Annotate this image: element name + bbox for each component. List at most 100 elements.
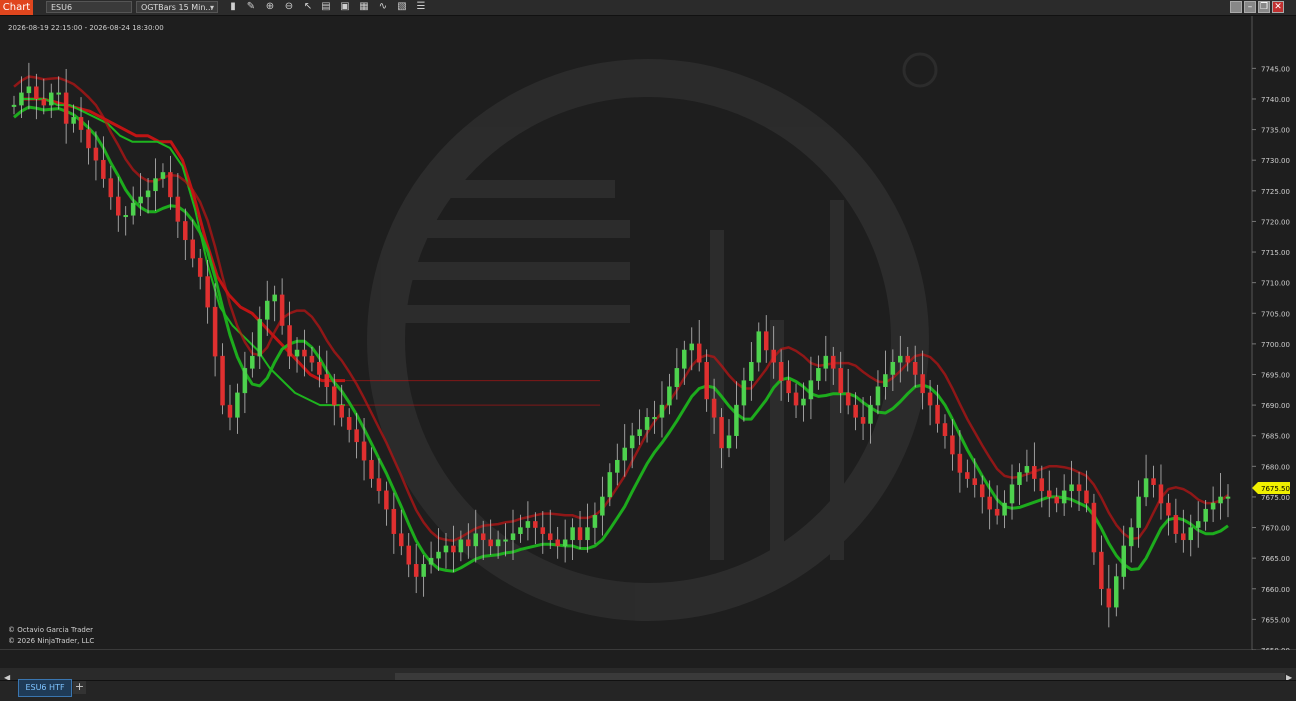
zoom-in-icon[interactable]: ⊕ <box>264 1 276 13</box>
candle-body <box>763 331 769 351</box>
candle-body <box>622 447 627 461</box>
candle-body <box>801 398 806 406</box>
draw-icon[interactable]: ✎ <box>245 1 257 13</box>
instrument-selector[interactable]: ESU6 <box>46 1 132 13</box>
strategy-icon[interactable]: ∿ <box>377 1 389 13</box>
restore-icon[interactable] <box>1230 1 1242 13</box>
candle-body <box>905 355 910 363</box>
candle-body <box>1181 533 1186 541</box>
candle-body <box>138 196 143 204</box>
candle-body <box>495 539 501 547</box>
candle-body <box>183 221 188 241</box>
candle-body <box>197 257 203 277</box>
candle-body <box>1106 588 1112 608</box>
candle-body <box>525 521 531 528</box>
candle-body <box>86 129 91 149</box>
price-chart[interactable]: 2026-08-19 22:15:00 - 2026-08-24 18:30:0… <box>0 16 1296 665</box>
y-tick-label: 7655.00 <box>1261 616 1290 624</box>
candle-body <box>831 355 836 369</box>
y-tick-label: 7740.00 <box>1261 96 1290 104</box>
candle-body <box>786 380 791 394</box>
bar-type-icon[interactable]: ▮ <box>227 1 239 13</box>
candle-body <box>1084 490 1089 504</box>
indicators-icon[interactable]: ▣ <box>339 1 351 13</box>
candle-body <box>1054 496 1059 504</box>
maximize-icon[interactable]: ❐ <box>1258 1 1270 13</box>
horizontal-scrollbar[interactable]: ◀ ▶ <box>0 668 1296 682</box>
y-tick-label: 7730.00 <box>1261 157 1290 165</box>
candle-body <box>384 490 389 510</box>
candle-body <box>413 564 419 577</box>
candle-body <box>34 86 39 100</box>
last-price-label: 7675.50 <box>1261 485 1290 493</box>
candle-body <box>160 172 166 179</box>
candle-body <box>1032 466 1037 479</box>
close-icon[interactable]: ✕ <box>1272 1 1284 13</box>
candle-body <box>175 196 181 222</box>
candle-body <box>987 496 992 510</box>
candle-body <box>250 355 255 369</box>
copyright-ninjatrader: © 2026 NinjaTrader, LLC <box>8 637 94 645</box>
candle-body <box>994 508 1000 516</box>
candle-body <box>101 159 106 179</box>
candle-body <box>272 294 277 302</box>
candle-body <box>317 361 322 375</box>
candle-body <box>547 533 553 541</box>
candle-body <box>19 92 24 106</box>
candle-body <box>719 417 724 449</box>
candle-body <box>935 404 940 424</box>
candle-body <box>868 404 873 424</box>
candle-body <box>11 104 17 107</box>
candle-body <box>965 472 970 479</box>
notes-icon[interactable]: ▧ <box>396 1 408 13</box>
candle-body <box>652 417 657 420</box>
bar-type-selector[interactable]: OGTBars 15 Min... ▾ <box>136 1 218 13</box>
candle-body <box>354 429 359 443</box>
candle-body <box>607 472 613 498</box>
candle-body <box>264 300 270 320</box>
candle-body <box>972 478 978 485</box>
candle-body <box>853 404 858 418</box>
chart-panel[interactable]: 2026-08-19 22:15:00 - 2026-08-24 18:30:0… <box>0 16 1296 665</box>
candle-body <box>406 545 411 565</box>
minimize-icon[interactable]: – <box>1244 1 1256 13</box>
y-tick-label: 7670.00 <box>1261 525 1290 533</box>
candle-body <box>257 319 263 357</box>
screenshot-icon[interactable]: ▦ <box>358 1 370 13</box>
candle-body <box>860 417 866 424</box>
candle-body <box>1218 496 1223 504</box>
candle-body <box>71 117 76 124</box>
pointer-icon[interactable]: ↖ <box>302 1 314 13</box>
candle-body <box>600 496 605 516</box>
zoom-out-icon[interactable]: ⊖ <box>283 1 295 13</box>
candle-body <box>979 484 985 498</box>
candle-body <box>391 508 397 534</box>
candle-body <box>428 557 434 565</box>
candle-body <box>458 539 464 553</box>
candle-body <box>369 459 374 479</box>
candle-body <box>93 147 99 161</box>
add-tab-button[interactable]: + <box>73 681 86 694</box>
candle-body <box>942 423 948 436</box>
properties-icon[interactable]: ▤ <box>320 1 332 13</box>
candle-body <box>212 306 218 357</box>
tab-esu6-htf[interactable]: ESU6 HTF <box>18 679 72 697</box>
y-tick-label: 7665.00 <box>1261 555 1290 563</box>
chart-menu-button[interactable]: Chart <box>0 0 33 15</box>
candle-body <box>1002 502 1007 516</box>
candle-body <box>324 374 330 387</box>
candle-body <box>1009 484 1015 504</box>
candle-body <box>466 539 471 547</box>
tab-bar <box>0 680 1296 701</box>
menu-icon[interactable]: ☰ <box>415 1 427 13</box>
candle-body <box>376 478 382 492</box>
candle-body <box>1128 527 1134 547</box>
y-tick-label: 7720.00 <box>1261 218 1290 226</box>
candle-body <box>689 343 695 351</box>
candle-body <box>287 325 292 357</box>
candle-body <box>950 435 955 455</box>
candle-body <box>711 398 717 418</box>
candle-body <box>1151 478 1156 485</box>
last-price-marker: 7675.50 <box>1252 482 1290 494</box>
candle-body <box>741 380 747 406</box>
